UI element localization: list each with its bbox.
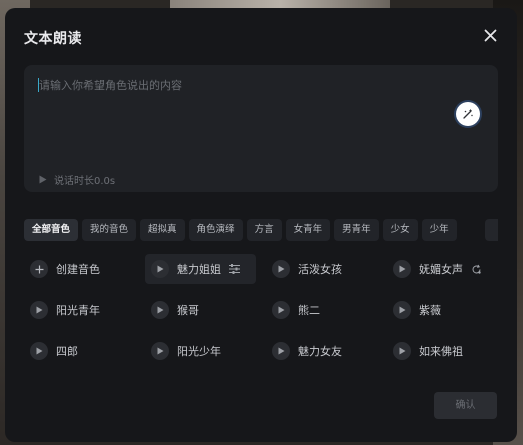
close-button[interactable] [481, 26, 499, 44]
play-icon[interactable] [272, 301, 290, 319]
create-voice-button[interactable]: 创建音色 [24, 254, 136, 284]
play-icon[interactable] [151, 260, 169, 278]
tab-role-play[interactable]: 角色演绎 [188, 219, 243, 241]
tab-young-women[interactable]: 女青年 [285, 219, 331, 241]
voice-item[interactable]: 四郎 [24, 336, 136, 366]
voice-label: 紫薇 [419, 304, 441, 317]
play-icon[interactable] [151, 342, 169, 360]
play-icon[interactable] [393, 260, 411, 278]
text-placeholder: 请输入你希望角色说出的内容 [39, 79, 182, 92]
text-to-speech-dialog: 文本朗读 请输入你希望角色说出的内容 说话时长0.0s 全部音色 我的音色 超拟… [5, 8, 517, 442]
tab-my-voices[interactable]: 我的音色 [82, 219, 137, 241]
voice-label: 魅力姐姐 [177, 263, 221, 276]
tab-dialect[interactable]: 方言 [246, 219, 282, 241]
close-icon [484, 29, 496, 41]
voice-label: 魅力女友 [298, 345, 342, 358]
confirm-button[interactable]: 确认 [434, 392, 497, 419]
sliders-icon[interactable] [229, 264, 240, 274]
dialog-title: 文本朗读 [24, 31, 82, 47]
voice-item[interactable]: 妩媚女声 [387, 254, 498, 284]
tab-girl[interactable]: 少女 [382, 219, 418, 241]
voice-label: 如来佛祖 [419, 345, 463, 358]
voice-label: 阳光少年 [177, 345, 221, 358]
duration-row: 说话时长0.0s [39, 172, 115, 187]
voice-item[interactable]: 紫薇 [387, 295, 498, 325]
play-icon[interactable] [272, 260, 290, 278]
magic-wand-button[interactable] [456, 102, 480, 126]
tab-young-men[interactable]: 男青年 [334, 219, 379, 241]
play-icon[interactable] [151, 301, 169, 319]
voice-category-tabs: 全部音色 我的音色 超拟真 角色演绎 方言 女青年 男青年 少女 少年 [24, 219, 498, 241]
voice-item[interactable]: 阳光少年 [145, 336, 256, 366]
play-icon[interactable] [393, 342, 411, 360]
play-icon[interactable] [272, 342, 290, 360]
play-icon[interactable] [393, 301, 411, 319]
tab-ultra-realistic[interactable]: 超拟真 [140, 219, 185, 241]
voice-label: 创建音色 [56, 263, 100, 276]
wand-icon [463, 109, 473, 119]
voice-item[interactable]: 熊二 [266, 295, 378, 325]
voice-label: 四郎 [56, 345, 78, 358]
voice-item[interactable]: 魅力姐姐 [145, 254, 256, 284]
refresh-icon[interactable] [471, 264, 482, 275]
tab-boy[interactable]: 少年 [421, 219, 457, 241]
voice-label: 猴哥 [177, 304, 199, 317]
voice-label: 妩媚女声 [419, 263, 463, 276]
play-icon[interactable] [30, 301, 48, 319]
voice-item[interactable]: 阳光青年 [24, 295, 136, 325]
voice-item[interactable]: 魅力女友 [266, 336, 378, 366]
play-icon[interactable] [30, 342, 48, 360]
tabs-overflow-indicator [485, 219, 498, 241]
tab-all-voices[interactable]: 全部音色 [24, 219, 79, 241]
speech-text-input[interactable]: 请输入你希望角色说出的内容 说话时长0.0s [24, 65, 498, 192]
play-icon[interactable] [39, 175, 47, 184]
plus-icon [30, 260, 48, 278]
voice-label: 熊二 [298, 304, 320, 317]
duration-label: 说话时长0.0s [54, 176, 116, 187]
voice-item[interactable]: 猴哥 [145, 295, 256, 325]
voice-label: 阳光青年 [56, 304, 100, 317]
voice-item[interactable]: 如来佛祖 [387, 336, 498, 366]
voice-label: 活泼女孩 [298, 263, 342, 276]
voice-item[interactable]: 活泼女孩 [266, 254, 378, 284]
